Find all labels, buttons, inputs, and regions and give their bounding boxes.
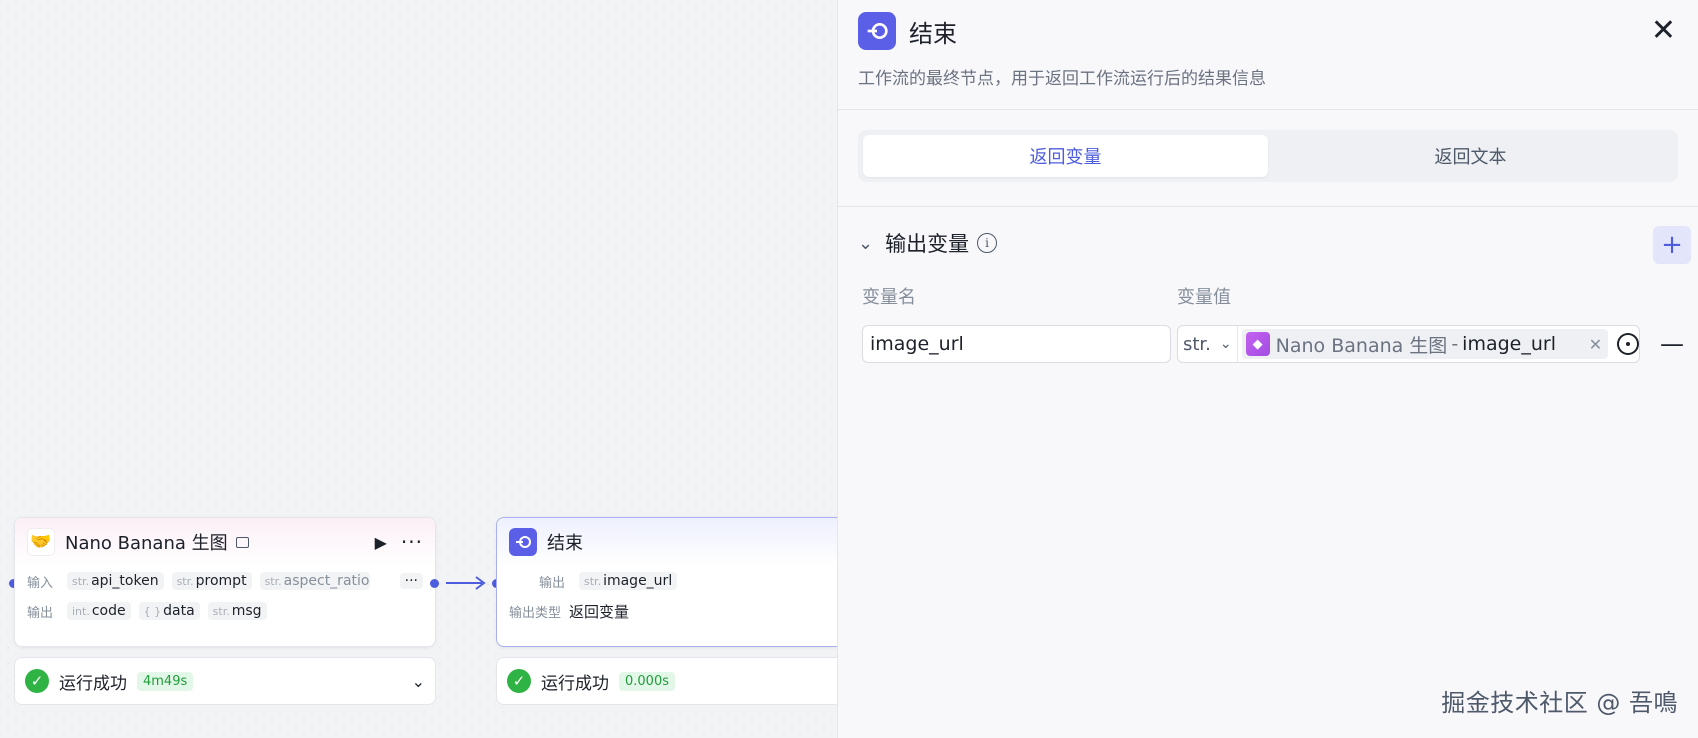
end-node-config-panel: 结束 工作流的最终节点，用于返回工作流运行后的结果信息 ✕ 返回变量 返回文本 … <box>837 0 1698 738</box>
status-text: 运行成功 <box>541 673 609 694</box>
duration-badge: 0.000s <box>619 671 675 691</box>
node-title: 结束 <box>547 533 583 554</box>
output-tag: int. code <box>67 602 131 620</box>
node-title: Nano Banana 生图 <box>65 533 228 554</box>
end-node[interactable]: 结束 输出 str. image_url 输出类型 返回变量 <box>496 517 837 647</box>
connection-edge[interactable] <box>444 574 490 592</box>
panel-title-row: 结束 <box>858 12 1678 50</box>
end-icon <box>858 12 896 50</box>
panel-title: 结束 <box>909 19 957 48</box>
inputs-label: 输入 <box>27 575 54 591</box>
success-icon: ✓ <box>25 669 49 693</box>
column-variable-value: 变量值 <box>1177 287 1231 308</box>
nano-banana-node-header: 🤝 Nano Banana 生图 ▶ ··· <box>15 518 435 566</box>
end-output-row: 输出 str. image_url <box>497 566 837 596</box>
return-mode-tabs: 返回变量 返回文本 <box>858 130 1678 182</box>
remove-variable-button[interactable]: — <box>1660 330 1684 358</box>
watermark: 掘金技术社区 @ 吾鳴 <box>1441 689 1678 717</box>
end-node-status[interactable]: ✓ 运行成功 0.000s <box>496 657 837 705</box>
ref-variable-name: image_url <box>1462 333 1556 355</box>
source-node-status[interactable]: ✓ 运行成功 4m49s ⌄ <box>14 657 436 705</box>
outputs-label: 输出 <box>27 605 54 621</box>
type-select-value: str. <box>1183 333 1211 355</box>
output-type-value: 返回变量 <box>569 602 630 621</box>
success-icon: ✓ <box>507 669 531 693</box>
close-icon[interactable]: ✕ <box>1651 16 1676 46</box>
variable-name-input[interactable]: image_url <box>862 325 1171 363</box>
output-label: 输出 <box>539 575 566 591</box>
chevron-down-icon[interactable]: ⌄ <box>858 233 873 254</box>
run-icon[interactable]: ▶ <box>375 533 387 552</box>
ref-node-name: Nano Banana 生图 <box>1275 334 1448 357</box>
panel-description: 工作流的最终节点，用于返回工作流运行后的结果信息 <box>858 69 1266 89</box>
variable-value-field[interactable]: str. ⌄ ◆ Nano Banana 生图 - image_url ✕ <box>1177 325 1640 363</box>
end-output-type-row: 输出类型 返回变量 <box>497 596 837 626</box>
tab-return-text[interactable]: 返回文本 <box>1268 135 1673 177</box>
node-outputs-row: 输出 int. code { } data str. msg <box>15 596 435 626</box>
chevron-down-icon[interactable]: ⌄ <box>412 672 425 691</box>
output-handle[interactable] <box>430 579 439 588</box>
image-icon <box>235 536 249 548</box>
variable-column-headers: 变量名 变量值 <box>838 279 1698 313</box>
status-text: 运行成功 <box>59 673 127 694</box>
more-inputs-button[interactable]: ··· <box>399 573 423 589</box>
output-tag: str. image_url <box>579 572 678 590</box>
end-icon <box>509 528 537 556</box>
variable-row: image_url str. ⌄ ◆ Nano Banana 生图 - imag… <box>838 325 1698 363</box>
type-select[interactable]: str. ⌄ <box>1178 326 1238 362</box>
ref-separator: - <box>1451 333 1459 355</box>
clear-reference-icon[interactable]: ✕ <box>1589 335 1602 354</box>
info-icon[interactable]: i <box>977 233 998 253</box>
add-variable-button[interactable]: + <box>1653 226 1691 264</box>
handshake-icon: 🤝 <box>27 528 55 556</box>
cube-icon: ◆ <box>1245 332 1270 356</box>
variable-reference-chip[interactable]: ◆ Nano Banana 生图 - image_url ✕ <box>1241 329 1609 359</box>
workflow-canvas[interactable]: 🤝 Nano Banana 生图 ▶ ··· 输入 str. api_token … <box>0 0 837 738</box>
tab-return-variable[interactable]: 返回变量 <box>863 135 1268 177</box>
output-type-label: 输出类型 <box>509 605 562 621</box>
output-tag: str. msg <box>207 602 267 620</box>
output-tag: { } data <box>138 602 200 620</box>
panel-header: 结束 工作流的最终节点，用于返回工作流运行后的结果信息 ✕ <box>838 0 1698 110</box>
column-variable-name: 变量名 <box>862 287 916 308</box>
chevron-down-icon: ⌄ <box>1219 336 1232 352</box>
target-icon[interactable] <box>1617 333 1639 355</box>
duration-badge: 4m49s <box>137 671 194 691</box>
section-title: 输出变量 <box>885 232 970 256</box>
input-tag: str. aspect_ratio <box>259 572 370 590</box>
node-inputs-row: 输入 str. api_token str. prompt str. aspect_r… <box>15 566 435 596</box>
input-tag: str. prompt <box>171 572 252 590</box>
input-tag: str. api_token <box>67 572 164 590</box>
more-icon[interactable]: ··· <box>401 530 423 554</box>
output-variables-section: ⌄ 输出变量 i + <box>838 207 1698 279</box>
nano-banana-node[interactable]: 🤝 Nano Banana 生图 ▶ ··· 输入 str. api_token … <box>14 517 436 647</box>
end-node-header: 结束 <box>497 518 837 566</box>
